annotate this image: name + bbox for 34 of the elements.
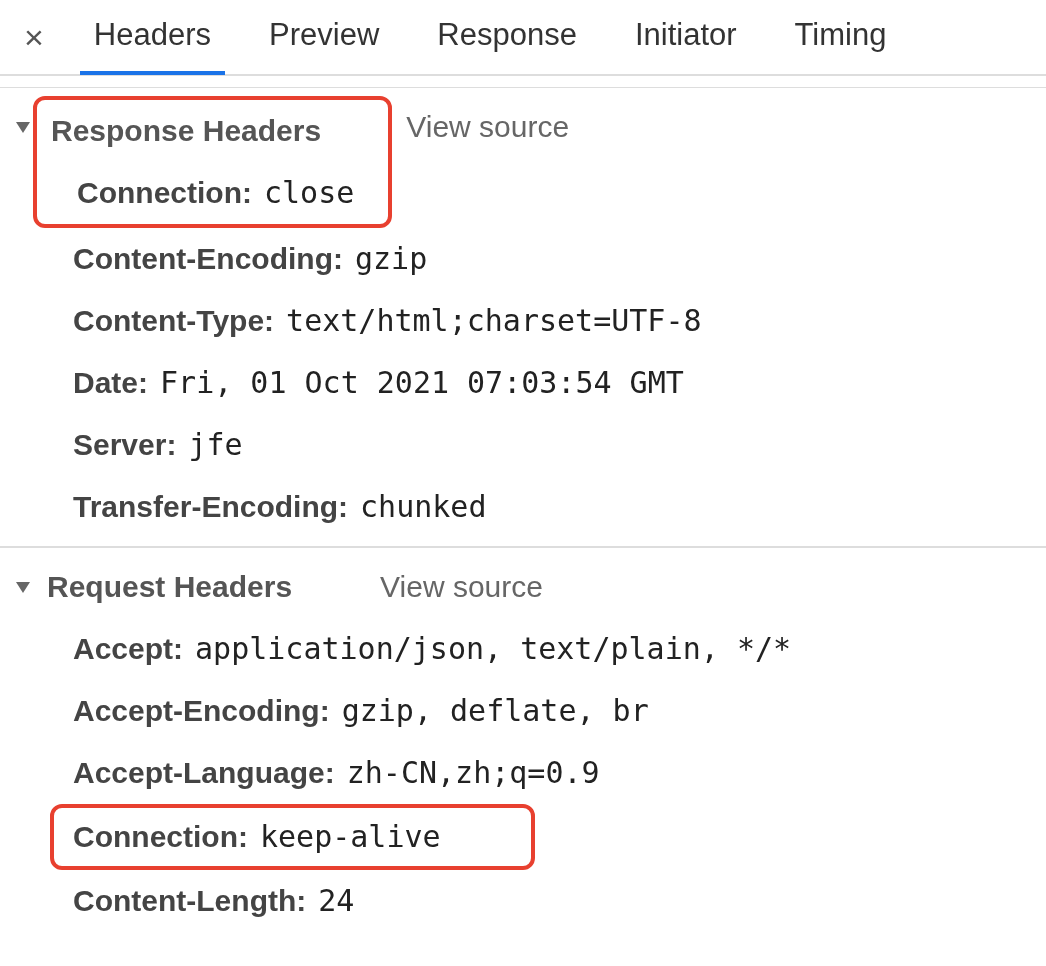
header-name: Accept: (73, 632, 184, 665)
header-name: Date: (73, 366, 148, 399)
header-value: keep-alive (260, 819, 441, 854)
header-name: Accept-Encoding: (73, 694, 330, 727)
header-name: Content-Type: (73, 304, 275, 337)
header-value: application/json, text/plain, */* (195, 631, 792, 666)
header-value: Fri, 01 Oct 2021 07:03:54 GMT (160, 365, 684, 400)
header-value: zh-CN,zh;q=0.9 (346, 755, 600, 790)
view-source-link[interactable]: View source (406, 96, 1046, 158)
section-title[interactable]: Response Headers (37, 100, 355, 162)
section-title[interactable]: Request Headers (33, 556, 293, 618)
header-value: chunked (360, 489, 487, 524)
header-value: close (264, 175, 355, 210)
header-value: jfe (188, 427, 243, 462)
header-value: gzip (354, 241, 428, 276)
header-name: Connection: (73, 820, 248, 853)
header-value: text/html;charset=UTF-8 (286, 303, 702, 338)
view-source-link[interactable]: View source (380, 556, 1046, 618)
tab[interactable]: Timing (780, 0, 901, 75)
header-name: Connection: (77, 176, 252, 209)
header-name: Transfer-Encoding: (73, 490, 349, 523)
header-value: gzip, deflate, br (341, 693, 649, 728)
header-name: Accept-Language: (73, 756, 335, 789)
tab[interactable]: Initiator (620, 0, 751, 75)
expand-triangle-icon[interactable] (15, 580, 31, 594)
close-button[interactable]: × (18, 11, 50, 63)
header-name: Content-Encoding: (73, 242, 343, 275)
tab[interactable]: Response (423, 0, 591, 75)
tab[interactable]: Preview (255, 0, 394, 75)
tab[interactable]: Headers (79, 0, 226, 75)
header-value: 24 (318, 883, 355, 918)
header-name: Server: (73, 428, 177, 461)
expand-triangle-icon[interactable] (15, 120, 31, 134)
header-name: Content-Length: (73, 884, 307, 917)
